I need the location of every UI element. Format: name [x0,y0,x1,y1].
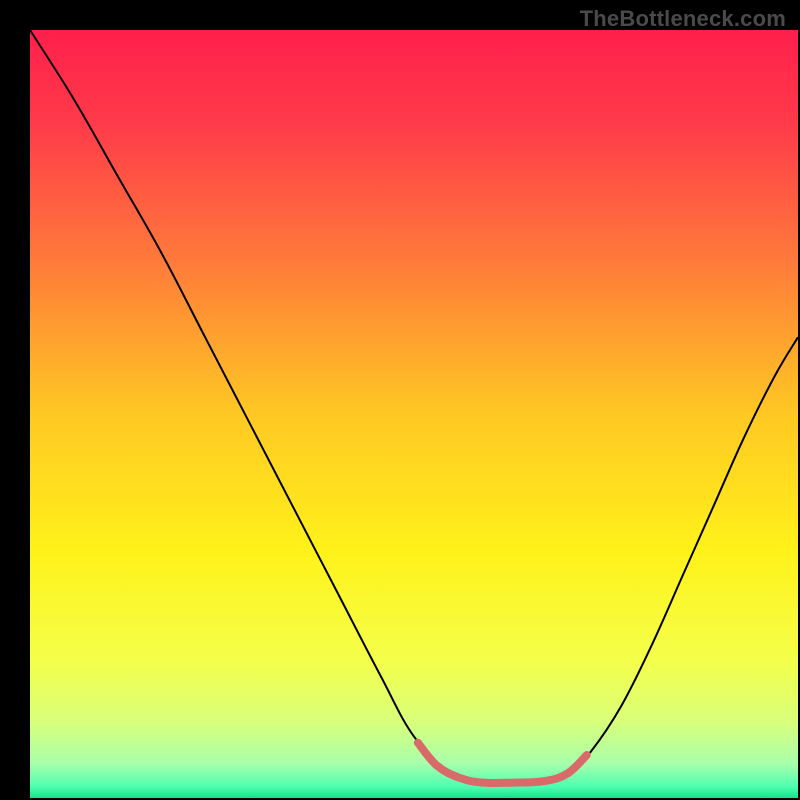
chart-stage: TheBottleneck.com [0,0,800,800]
bottleneck-plot [0,0,800,800]
plot-background [30,30,798,798]
